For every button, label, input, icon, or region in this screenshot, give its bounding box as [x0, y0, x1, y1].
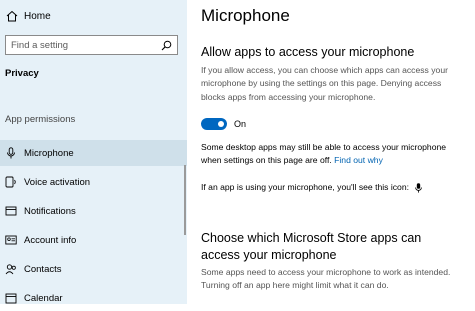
main-content: Microphone Allow apps to access your mic…: [187, 0, 475, 304]
desktop-apps-note-text: Some desktop apps may still be able to a…: [201, 142, 447, 166]
sidebar-item-label: Notifications: [24, 206, 76, 217]
allow-access-description: If you allow access, you can choose whic…: [201, 65, 448, 102]
find-out-why-link[interactable]: Find out why: [334, 155, 383, 165]
sidebar-item-notifications[interactable]: Notifications: [0, 198, 187, 224]
search-placeholder: Find a setting: [11, 40, 69, 51]
sidebar-item-label: Microphone: [24, 148, 74, 159]
allow-access-heading: Allow apps to access your microphone: [201, 45, 415, 59]
contacts-icon: [5, 264, 16, 275]
sidebar-item-calendar[interactable]: Calendar: [0, 285, 187, 311]
search-input[interactable]: Find a setting: [5, 35, 178, 55]
sidebar-item-label: Account info: [24, 235, 77, 246]
store-apps-description: Some apps need to access your microphone…: [201, 267, 451, 291]
sidebar: Home Find a setting Privacy App permissi…: [0, 0, 187, 304]
voice-activation-icon: [5, 176, 16, 188]
account-info-icon: [5, 235, 17, 245]
sidebar-item-microphone[interactable]: Microphone: [0, 140, 187, 166]
calendar-icon: [5, 293, 17, 304]
home-label: Home: [24, 11, 51, 22]
sidebar-item-account-info[interactable]: Account info: [0, 227, 187, 253]
home-icon: [6, 10, 18, 22]
store-apps-heading: Choose which Microsoft Store apps can ac…: [201, 231, 422, 262]
search-icon[interactable]: [161, 40, 172, 51]
sidebar-item-label: Calendar: [24, 293, 63, 304]
toggle-state-label: On: [234, 119, 247, 129]
sidebar-item-voice-activation[interactable]: Voice activation: [0, 169, 187, 195]
group-label-app-permissions: App permissions: [5, 114, 76, 125]
microphone-icon: [7, 147, 15, 159]
section-title-privacy: Privacy: [5, 68, 39, 79]
sidebar-item-contacts[interactable]: Contacts: [0, 256, 187, 282]
icon-note: If an app is using your microphone, you'…: [201, 181, 465, 194]
home-nav-item[interactable]: Home: [0, 4, 187, 30]
microphone-status-icon: [415, 183, 423, 193]
desktop-apps-note: Some desktop apps may still be able to a…: [201, 141, 465, 168]
notifications-icon: [5, 206, 17, 216]
sidebar-scrollbar[interactable]: [184, 165, 186, 235]
page-title: Microphone: [201, 6, 290, 25]
sidebar-item-label: Voice activation: [24, 177, 91, 188]
toggle-knob: [218, 121, 224, 127]
icon-note-text: If an app is using your microphone, you'…: [201, 182, 410, 192]
sidebar-item-label: Contacts: [24, 264, 62, 275]
microphone-access-toggle[interactable]: [201, 118, 227, 130]
